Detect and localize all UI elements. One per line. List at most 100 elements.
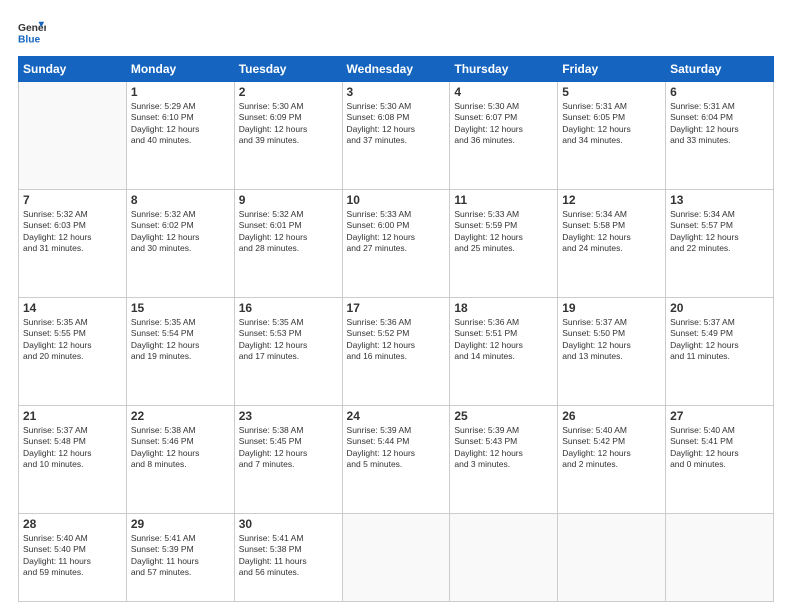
weekday-tuesday: Tuesday — [234, 57, 342, 82]
cell-info: Sunrise: 5:37 AM Sunset: 5:50 PM Dayligh… — [562, 317, 661, 363]
day-number: 14 — [23, 301, 122, 315]
cell-info: Sunrise: 5:35 AM Sunset: 5:54 PM Dayligh… — [131, 317, 230, 363]
calendar-table: SundayMondayTuesdayWednesdayThursdayFrid… — [18, 56, 774, 602]
cell-info: Sunrise: 5:40 AM Sunset: 5:40 PM Dayligh… — [23, 533, 122, 579]
weekday-monday: Monday — [126, 57, 234, 82]
weekday-saturday: Saturday — [666, 57, 774, 82]
calendar-cell: 19 Sunrise: 5:37 AM Sunset: 5:50 PM Dayli… — [558, 297, 666, 405]
day-number: 11 — [454, 193, 553, 207]
calendar-cell: 8Sunrise: 5:32 AM Sunset: 6:02 PM Daylig… — [126, 189, 234, 297]
day-number: 30 — [239, 517, 338, 531]
day-number: 3 — [347, 85, 446, 99]
calendar-cell: 4 Sunrise: 5:30 AM Sunset: 6:07 PM Daylig… — [450, 82, 558, 190]
day-number: 7 — [23, 193, 122, 207]
cell-info: Sunrise: 5:31 AM Sunset: 6:05 PM Dayligh… — [562, 101, 661, 147]
calendar-cell: 18Sunrise: 5:36 AM Sunset: 5:51 PM Dayli… — [450, 297, 558, 405]
cell-info: Sunrise: 5:31 AM Sunset: 6:04 PM Dayligh… — [670, 101, 769, 147]
day-number: 12 — [562, 193, 661, 207]
day-number: 28 — [23, 517, 122, 531]
day-number: 26 — [562, 409, 661, 423]
calendar-cell: 20Sunrise: 5:37 AM Sunset: 5:49 PM Dayli… — [666, 297, 774, 405]
calendar-cell — [558, 513, 666, 601]
day-number: 19 — [562, 301, 661, 315]
cell-info: Sunrise: 5:34 AM Sunset: 5:58 PM Dayligh… — [562, 209, 661, 255]
calendar-cell: 6 Sunrise: 5:31 AM Sunset: 6:04 PM Daylig… — [666, 82, 774, 190]
weekday-sunday: Sunday — [19, 57, 127, 82]
cell-info: Sunrise: 5:35 AM Sunset: 5:53 PM Dayligh… — [239, 317, 338, 363]
cell-info: Sunrise: 5:35 AM Sunset: 5:55 PM Dayligh… — [23, 317, 122, 363]
cell-info: Sunrise: 5:30 AM Sunset: 6:07 PM Dayligh… — [454, 101, 553, 147]
calendar-week-1: 1 Sunrise: 5:29 AM Sunset: 6:10 PM Daylig… — [19, 82, 774, 190]
day-number: 9 — [239, 193, 338, 207]
calendar-week-5: 28 Sunrise: 5:40 AM Sunset: 5:40 PM Dayli… — [19, 513, 774, 601]
calendar-cell: 21Sunrise: 5:37 AM Sunset: 5:48 PM Dayli… — [19, 405, 127, 513]
weekday-header-row: SundayMondayTuesdayWednesdayThursdayFrid… — [19, 57, 774, 82]
calendar-cell: 22Sunrise: 5:38 AM Sunset: 5:46 PM Dayli… — [126, 405, 234, 513]
calendar-cell: 12 Sunrise: 5:34 AM Sunset: 5:58 PM Dayli… — [558, 189, 666, 297]
calendar-cell: 10Sunrise: 5:33 AM Sunset: 6:00 PM Dayli… — [342, 189, 450, 297]
calendar-cell: 1 Sunrise: 5:29 AM Sunset: 6:10 PM Daylig… — [126, 82, 234, 190]
calendar-cell: 9 Sunrise: 5:32 AM Sunset: 6:01 PM Daylig… — [234, 189, 342, 297]
cell-info: Sunrise: 5:40 AM Sunset: 5:42 PM Dayligh… — [562, 425, 661, 471]
day-number: 24 — [347, 409, 446, 423]
calendar-cell: 27 Sunrise: 5:40 AM Sunset: 5:41 PM Dayli… — [666, 405, 774, 513]
calendar-cell — [19, 82, 127, 190]
day-number: 20 — [670, 301, 769, 315]
day-number: 5 — [562, 85, 661, 99]
day-number: 21 — [23, 409, 122, 423]
calendar-cell: 11 Sunrise: 5:33 AM Sunset: 5:59 PM Dayli… — [450, 189, 558, 297]
cell-info: Sunrise: 5:41 AM Sunset: 5:38 PM Dayligh… — [239, 533, 338, 579]
cell-info: Sunrise: 5:30 AM Sunset: 6:08 PM Dayligh… — [347, 101, 446, 147]
cell-info: Sunrise: 5:39 AM Sunset: 5:43 PM Dayligh… — [454, 425, 553, 471]
calendar-week-2: 7 Sunrise: 5:32 AM Sunset: 6:03 PM Daylig… — [19, 189, 774, 297]
cell-info: Sunrise: 5:32 AM Sunset: 6:01 PM Dayligh… — [239, 209, 338, 255]
day-number: 18 — [454, 301, 553, 315]
calendar-cell — [666, 513, 774, 601]
cell-info: Sunrise: 5:34 AM Sunset: 5:57 PM Dayligh… — [670, 209, 769, 255]
calendar-cell: 25 Sunrise: 5:39 AM Sunset: 5:43 PM Dayli… — [450, 405, 558, 513]
calendar-cell: 23 Sunrise: 5:38 AM Sunset: 5:45 PM Dayli… — [234, 405, 342, 513]
calendar-cell: 16 Sunrise: 5:35 AM Sunset: 5:53 PM Dayli… — [234, 297, 342, 405]
calendar-cell: 5 Sunrise: 5:31 AM Sunset: 6:05 PM Daylig… — [558, 82, 666, 190]
weekday-wednesday: Wednesday — [342, 57, 450, 82]
weekday-thursday: Thursday — [450, 57, 558, 82]
cell-info: Sunrise: 5:36 AM Sunset: 5:52 PM Dayligh… — [347, 317, 446, 363]
calendar-week-3: 14 Sunrise: 5:35 AM Sunset: 5:55 PM Dayli… — [19, 297, 774, 405]
calendar-cell: 13 Sunrise: 5:34 AM Sunset: 5:57 PM Dayli… — [666, 189, 774, 297]
day-number: 10 — [347, 193, 446, 207]
calendar-cell: 30 Sunrise: 5:41 AM Sunset: 5:38 PM Dayli… — [234, 513, 342, 601]
calendar-cell: 28 Sunrise: 5:40 AM Sunset: 5:40 PM Dayli… — [19, 513, 127, 601]
day-number: 2 — [239, 85, 338, 99]
calendar-cell: 17 Sunrise: 5:36 AM Sunset: 5:52 PM Dayli… — [342, 297, 450, 405]
calendar-cell — [450, 513, 558, 601]
calendar-cell: 7 Sunrise: 5:32 AM Sunset: 6:03 PM Daylig… — [19, 189, 127, 297]
calendar-week-4: 21Sunrise: 5:37 AM Sunset: 5:48 PM Dayli… — [19, 405, 774, 513]
calendar-cell: 24 Sunrise: 5:39 AM Sunset: 5:44 PM Dayli… — [342, 405, 450, 513]
page-header: General Blue — [18, 18, 774, 46]
cell-info: Sunrise: 5:38 AM Sunset: 5:45 PM Dayligh… — [239, 425, 338, 471]
day-number: 1 — [131, 85, 230, 99]
day-number: 8 — [131, 193, 230, 207]
cell-info: Sunrise: 5:33 AM Sunset: 5:59 PM Dayligh… — [454, 209, 553, 255]
day-number: 17 — [347, 301, 446, 315]
cell-info: Sunrise: 5:29 AM Sunset: 6:10 PM Dayligh… — [131, 101, 230, 147]
weekday-friday: Friday — [558, 57, 666, 82]
day-number: 13 — [670, 193, 769, 207]
day-number: 29 — [131, 517, 230, 531]
calendar-cell: 14 Sunrise: 5:35 AM Sunset: 5:55 PM Dayli… — [19, 297, 127, 405]
calendar-cell: 2Sunrise: 5:30 AM Sunset: 6:09 PM Daylig… — [234, 82, 342, 190]
day-number: 6 — [670, 85, 769, 99]
day-number: 23 — [239, 409, 338, 423]
day-number: 4 — [454, 85, 553, 99]
calendar-cell — [342, 513, 450, 601]
calendar-cell: 26 Sunrise: 5:40 AM Sunset: 5:42 PM Dayli… — [558, 405, 666, 513]
cell-info: Sunrise: 5:32 AM Sunset: 6:03 PM Dayligh… — [23, 209, 122, 255]
day-number: 15 — [131, 301, 230, 315]
calendar-cell: 3 Sunrise: 5:30 AM Sunset: 6:08 PM Daylig… — [342, 82, 450, 190]
cell-info: Sunrise: 5:39 AM Sunset: 5:44 PM Dayligh… — [347, 425, 446, 471]
day-number: 16 — [239, 301, 338, 315]
calendar-cell: 15 Sunrise: 5:35 AM Sunset: 5:54 PM Dayli… — [126, 297, 234, 405]
cell-info: Sunrise: 5:40 AM Sunset: 5:41 PM Dayligh… — [670, 425, 769, 471]
day-number: 27 — [670, 409, 769, 423]
day-number: 25 — [454, 409, 553, 423]
